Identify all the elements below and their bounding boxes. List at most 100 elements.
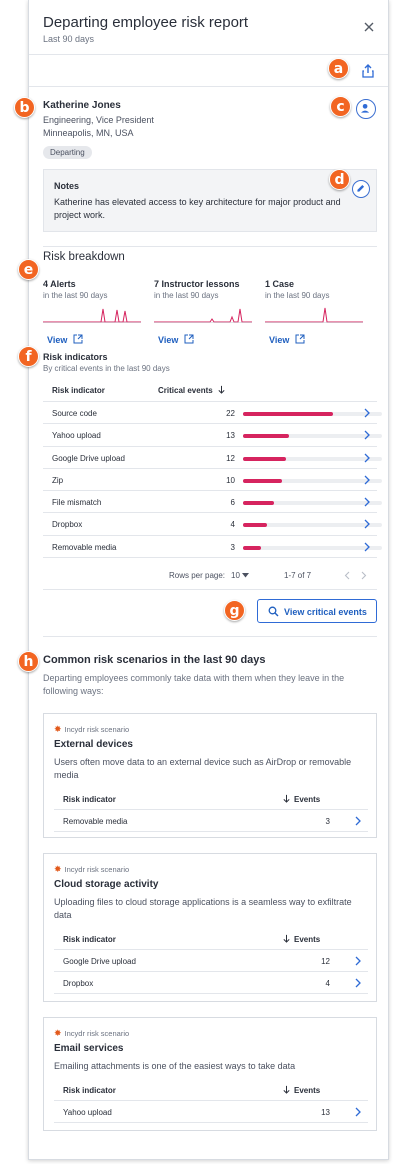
risk-indicators-table: Risk indicator Critical events Source co…	[43, 378, 382, 559]
sort-down-icon[interactable]	[282, 934, 291, 943]
row-indicator-name: File mismatch	[52, 498, 102, 508]
scenario-title: Cloud storage activity	[54, 879, 159, 890]
view-critical-events-button[interactable]: View critical events	[257, 599, 377, 623]
event-bar-track	[243, 434, 382, 439]
chevron-right-icon[interactable]	[363, 430, 371, 440]
callout-marker-g: g	[224, 600, 245, 621]
metric-title: 4 Alerts	[43, 279, 76, 289]
view-alerts-link[interactable]: View	[47, 335, 67, 345]
next-page-icon[interactable]	[361, 571, 367, 580]
employee-name: Katherine Jones	[43, 100, 121, 111]
edit-notes-button[interactable]	[352, 180, 370, 198]
event-bar	[243, 412, 334, 416]
scenario-description: Emailing attachments is one of the easie…	[54, 1061, 296, 1071]
metric-title: 1 Case	[265, 279, 295, 289]
share-icon[interactable]	[360, 63, 376, 79]
table-row[interactable]: File mismatch 6	[43, 491, 382, 514]
scenario-table-header: Risk indicator Events	[54, 928, 368, 950]
scenario-card-cloud-storage: ✸ Incydr risk scenario Cloud storage acti…	[43, 853, 377, 1002]
scenario-tag: ✸ Incydr risk scenario	[54, 724, 129, 735]
scenario-tag: ✸ Incydr risk scenario	[54, 864, 129, 875]
scenario-icon: ✸	[54, 724, 62, 734]
row-indicator-name: Yahoo upload	[52, 431, 101, 441]
sort-down-icon[interactable]	[282, 1085, 291, 1094]
notes-body: Katherine has elevated access to key arc…	[54, 197, 341, 220]
panel-subtitle: Last 90 days	[43, 34, 95, 44]
row-indicator-name: Removable media	[52, 542, 117, 552]
external-link-icon	[73, 334, 83, 344]
chevron-right-icon[interactable]	[363, 519, 371, 529]
sort-down-icon[interactable]	[217, 385, 226, 394]
chevron-right-icon[interactable]	[363, 408, 371, 418]
column-header-events[interactable]: Events	[294, 795, 320, 804]
chevron-right-icon[interactable]	[363, 542, 371, 552]
row-indicator-name: Google Drive upload	[63, 957, 136, 966]
row-event-count: 3	[325, 817, 330, 826]
row-event-count: 13	[321, 1108, 330, 1117]
view-critical-events-label: View critical events	[284, 607, 367, 617]
row-event-count: 22	[226, 409, 235, 418]
scenario-icon: ✸	[54, 864, 62, 874]
event-bar-track	[243, 412, 382, 416]
scenario-tag-label: Incydr risk scenario	[64, 725, 130, 734]
view-lessons-link[interactable]: View	[158, 335, 178, 345]
column-header-events[interactable]: Events	[294, 935, 320, 944]
table-row[interactable]: Zip 10	[43, 469, 382, 492]
table-row[interactable]: Removable media 3	[43, 536, 382, 559]
risk-breakdown-title: Risk breakdown	[43, 251, 125, 263]
panel-header: Departing employee risk report Last 90 d…	[29, 0, 388, 55]
rows-per-page-select[interactable]: 10	[231, 571, 240, 580]
close-icon[interactable]	[362, 20, 376, 34]
chevron-right-icon[interactable]	[354, 1107, 362, 1117]
pagination-range: 1-7 of 7	[284, 571, 312, 580]
risk-report-panel: Departing employee risk report Last 90 d…	[14, 0, 389, 1160]
view-cases-link[interactable]: View	[269, 335, 289, 345]
column-header-events[interactable]: Events	[294, 1086, 320, 1095]
employee-location: Minneapolis, MN, USA	[43, 128, 134, 138]
cases-sparkline	[265, 307, 363, 323]
column-header-indicator: Risk indicator	[63, 795, 116, 804]
row-event-count: 12	[226, 453, 235, 463]
scenario-card-email-services: ✸ Incydr risk scenario Email services Ema…	[43, 1017, 377, 1131]
table-row[interactable]: Dropbox 4	[54, 972, 368, 994]
lessons-sparkline	[154, 308, 252, 323]
external-link-icon	[295, 334, 305, 344]
table-row[interactable]: Source code 22	[43, 402, 382, 425]
table-row[interactable]: Yahoo upload 13	[43, 424, 382, 447]
chevron-right-icon[interactable]	[363, 453, 371, 463]
column-header-indicator: Risk indicator	[63, 1086, 116, 1095]
table-row[interactable]: Google Drive upload 12	[43, 447, 382, 469]
chevron-right-icon[interactable]	[354, 956, 362, 966]
panel-title: Departing employee risk report	[43, 14, 249, 31]
column-header-indicator[interactable]: Risk indicator	[52, 386, 105, 395]
callout-marker-e: e	[18, 259, 39, 280]
table-row[interactable]: Dropbox 4	[43, 513, 382, 536]
row-event-count: 10	[226, 475, 235, 485]
sort-down-icon[interactable]	[282, 794, 291, 803]
metric-subtitle: in the last 90 days	[43, 291, 108, 300]
scenario-title: External devices	[54, 739, 133, 750]
table-row[interactable]: Google Drive upload 12	[54, 950, 368, 972]
table-row[interactable]: Yahoo upload 13	[54, 1101, 368, 1123]
chevron-right-icon[interactable]	[354, 978, 362, 988]
caret-down-icon[interactable]	[242, 573, 249, 578]
risk-indicators-subtitle: By critical events in the last 90 days	[43, 364, 170, 373]
user-profile-button[interactable]	[356, 99, 376, 119]
divider	[43, 246, 377, 247]
risk-indicators-title: Risk indicators	[43, 352, 108, 362]
event-bar-track	[243, 545, 382, 550]
previous-page-icon[interactable]	[344, 571, 350, 580]
chevron-right-icon[interactable]	[363, 475, 371, 485]
row-indicator-name: Yahoo upload	[63, 1108, 112, 1117]
chevron-right-icon[interactable]	[354, 816, 362, 826]
chevron-right-icon[interactable]	[363, 497, 371, 507]
row-event-count: 12	[321, 957, 330, 966]
callout-marker-a: a	[328, 58, 349, 79]
callout-marker-f: f	[18, 346, 39, 367]
row-event-count: 4	[230, 520, 235, 530]
event-bar	[243, 501, 274, 506]
scenario-description: Uploading files to cloud storage applica…	[54, 897, 352, 920]
metric-title: 7 Instructor lessons	[154, 279, 240, 289]
table-row[interactable]: Removable media 3	[54, 810, 368, 832]
column-header-critical-events[interactable]: Critical events	[158, 386, 213, 395]
